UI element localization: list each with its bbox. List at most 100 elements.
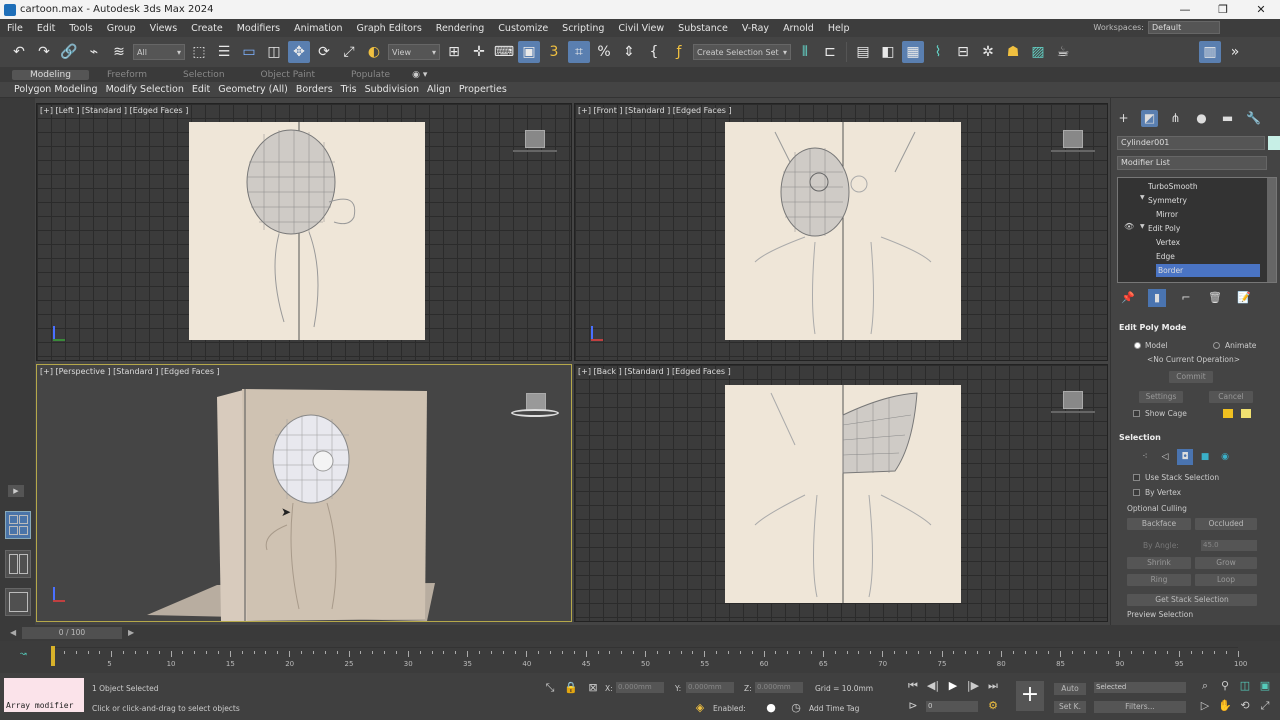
key-mode-icon[interactable]: ⊳ [906, 699, 920, 713]
tab-freeform[interactable]: Freeform [89, 70, 165, 80]
ribbon-modify-selection[interactable]: Modify Selection [102, 84, 188, 95]
enabled-toggle-icon[interactable]: ● [764, 701, 778, 715]
bind-space-warp-icon[interactable]: ≋ [108, 41, 130, 63]
ribbon-tris[interactable]: Tris [337, 84, 361, 95]
select-object-icon[interactable]: ⬚ [188, 41, 210, 63]
modifier-list-dropdown[interactable]: Modifier List [1117, 156, 1267, 170]
eye-icon[interactable]: 👁 [1124, 222, 1134, 231]
object-color-swatch[interactable] [1268, 136, 1280, 150]
occluded-button[interactable]: Occluded [1195, 518, 1257, 530]
layout-two-viewports[interactable] [5, 550, 31, 578]
ribbon-options-icon[interactable]: ◉ ▾ [408, 70, 431, 80]
rendered-frame-window-icon[interactable]: ▨ [1027, 41, 1049, 63]
next-frame-icon[interactable]: ▶ [128, 628, 134, 637]
pan-view-icon[interactable]: ✋ [1218, 699, 1232, 713]
motion-tab-icon[interactable]: ● [1193, 110, 1210, 127]
cancel-button[interactable]: Cancel [1209, 391, 1253, 403]
zoom-extents-icon[interactable]: ◫ [1238, 679, 1252, 693]
percent-snap-icon[interactable]: % [593, 41, 615, 63]
menu-substance[interactable]: Substance [671, 23, 735, 34]
workspace-dropdown[interactable]: Default [1148, 21, 1220, 34]
utilities-tab-icon[interactable]: 🔧 [1245, 110, 1262, 127]
select-and-move-icon[interactable]: ✥ [288, 41, 310, 63]
time-configuration-icon[interactable]: ⚙ [986, 699, 1000, 713]
object-name-field[interactable]: Cylinder001 [1117, 136, 1265, 150]
previous-key-icon[interactable]: ◀| [926, 679, 940, 693]
zoom-extents-all-icon[interactable]: ▣ [1258, 679, 1272, 693]
viewport-back-label[interactable]: [+] [Back ] [Standard ] [Edged Faces ] [578, 367, 731, 376]
shrink-button[interactable]: Shrink [1127, 557, 1191, 569]
named-selection-sets-dropdown[interactable]: Create Selection Set ▾ [693, 44, 791, 60]
zoom-all-icon[interactable]: ⚲ [1218, 679, 1232, 693]
y-coordinate-field[interactable]: 0.000mm [686, 682, 734, 693]
render-production-icon[interactable]: ☕ [1052, 41, 1074, 63]
add-time-tag[interactable]: Add Time Tag [809, 704, 859, 713]
use-stack-selection-checkbox[interactable] [1133, 474, 1140, 481]
link-icon[interactable]: 🔗 [58, 41, 80, 63]
play-icon[interactable]: ▶ [946, 679, 960, 693]
menu-graph-editors[interactable]: Graph Editors [350, 23, 429, 34]
field-of-view-icon[interactable]: ▷ [1198, 699, 1212, 713]
vertex-level-icon[interactable]: ⁖ [1137, 449, 1153, 465]
named-selection-icon[interactable]: ƒ [668, 41, 690, 63]
set-key-button[interactable]: Set K. [1054, 701, 1086, 713]
stack-scrollbar[interactable] [1267, 178, 1276, 282]
make-unique-icon[interactable]: ⌐ [1177, 289, 1195, 307]
show-cage-checkbox[interactable] [1133, 410, 1140, 417]
minimize-button[interactable]: — [1166, 0, 1204, 19]
edit-named-selection-icon[interactable]: { [643, 41, 665, 63]
mini-curve-editor-icon[interactable]: ↝ [20, 649, 27, 658]
ring-button[interactable]: Ring [1127, 574, 1191, 586]
element-level-icon[interactable]: ◉ [1217, 449, 1233, 465]
select-and-rotate-icon[interactable]: ⟳ [313, 41, 335, 63]
viewport-perspective[interactable]: [+] [Perspective ] [Standard ] [Edged Fa… [36, 364, 572, 622]
display-tab-icon[interactable]: ▬ [1219, 110, 1236, 127]
isolate-selection-icon[interactable]: ⤡ [543, 681, 557, 695]
toolbar-overflow-icon[interactable]: » [1224, 41, 1246, 63]
menu-rendering[interactable]: Rendering [429, 23, 492, 34]
time-slider-knob[interactable]: 0 / 100 [22, 627, 122, 639]
menu-civil-view[interactable]: Civil View [611, 23, 671, 34]
viewport-left[interactable]: [+] [Left ] [Standard ] [Edged Faces ] [36, 103, 572, 361]
get-stack-selection-button[interactable]: Get Stack Selection [1127, 594, 1257, 606]
key-filters-button[interactable]: Filters... [1094, 701, 1186, 713]
menu-file[interactable]: File [0, 23, 30, 34]
settings-button[interactable]: Settings [1139, 391, 1183, 403]
toggle-ribbon-icon[interactable]: ▦ [902, 41, 924, 63]
time-slider[interactable]: ◀ 0 / 100 ▶ [0, 625, 1280, 641]
track-bar[interactable]: ↝ 5 10 15 20 25 30 35 40 45 50 55 60 65 70 75 80 85 90 95 1… [0, 641, 1280, 673]
snaps-toggle-icon[interactable]: ▣ [518, 41, 540, 63]
selection-rollout-title[interactable]: Selection [1119, 433, 1269, 442]
ribbon-borders[interactable]: Borders [292, 84, 337, 95]
menu-group[interactable]: Group [100, 23, 143, 34]
ribbon-polygon-modeling[interactable]: Polygon Modeling [10, 84, 102, 95]
selection-lock-icon[interactable]: 🔒 [564, 681, 578, 695]
cage-color-swatch[interactable] [1223, 409, 1233, 418]
edit-poly-mode-title[interactable]: Edit Poly Mode [1119, 323, 1269, 332]
toggle-layer-explorer-icon[interactable]: ◧ [877, 41, 899, 63]
tab-populate[interactable]: Populate [333, 70, 408, 80]
go-to-start-icon[interactable]: ⏮ [906, 679, 920, 693]
stack-item-edge[interactable]: Edge [1118, 250, 1268, 263]
animate-radio[interactable] [1213, 342, 1220, 349]
backface-button[interactable]: Backface [1127, 518, 1191, 530]
viewport-front-label[interactable]: [+] [Front ] [Standard ] [Edged Faces ] [578, 106, 732, 115]
viewport-back[interactable]: [+] [Back ] [Standard ] [Edged Faces ] [574, 364, 1108, 622]
stack-item-border[interactable]: Border [1156, 264, 1260, 277]
time-tag-icon[interactable]: ◷ [789, 701, 803, 715]
by-vertex-checkbox[interactable] [1133, 489, 1140, 496]
menu-arnold[interactable]: Arnold [776, 23, 821, 34]
show-end-result-icon[interactable]: ▮ [1148, 289, 1166, 307]
adaptive-degradation-icon[interactable]: ◈ [693, 701, 707, 715]
expand-arrow-icon[interactable]: ▼ [1140, 194, 1145, 201]
viewport-front[interactable]: [+] [Front ] [Standard ] [Edged Faces ] [574, 103, 1108, 361]
edge-level-icon[interactable]: ◁ [1157, 449, 1173, 465]
align-icon[interactable]: ⊏ [819, 41, 841, 63]
create-tab-icon[interactable]: + [1115, 110, 1132, 127]
stack-item-turbosmooth[interactable]: TurboSmooth [1118, 180, 1268, 193]
layout-four-viewports[interactable] [5, 511, 31, 539]
menu-create[interactable]: Create [184, 23, 230, 34]
select-manipulate-icon[interactable]: ✛ [468, 41, 490, 63]
configure-modifier-sets-icon[interactable]: 📝 [1235, 289, 1253, 307]
toggle-scene-explorer-icon[interactable]: ▤ [852, 41, 874, 63]
